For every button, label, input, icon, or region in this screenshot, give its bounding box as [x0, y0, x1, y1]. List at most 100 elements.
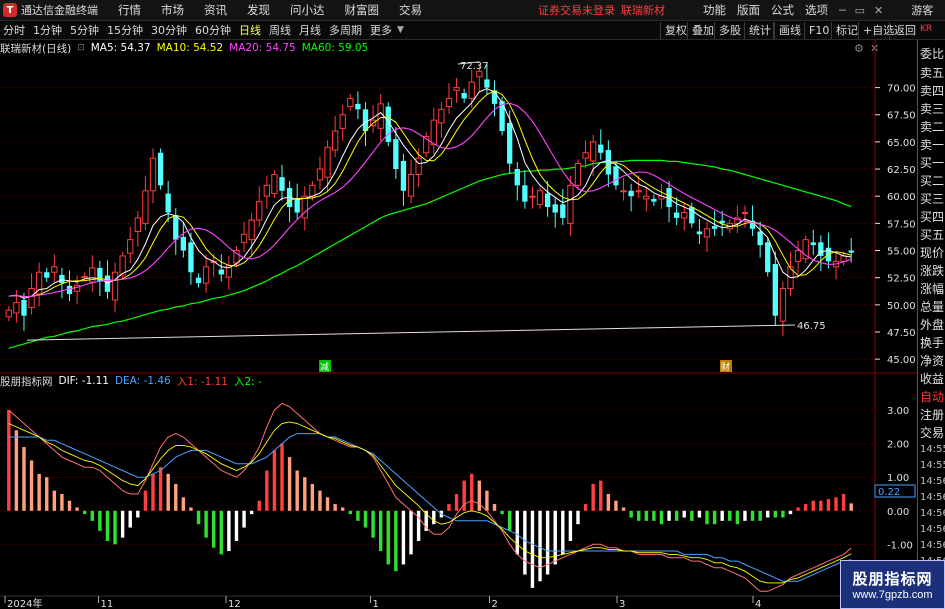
candle-body-up — [240, 233, 248, 243]
price-tick-label: 60.00 — [887, 192, 916, 203]
side-time-6: 14:56 — [920, 524, 945, 535]
event-mark-reduce[interactable]: 减 — [320, 361, 329, 373]
candle-body-down — [560, 204, 566, 218]
price-tick-label: 62.50 — [887, 165, 916, 176]
multi-stock-button[interactable]: 多股 — [714, 22, 745, 39]
candle-body-up — [536, 190, 544, 205]
candle-body-up — [529, 195, 536, 198]
candle-body-down — [44, 272, 50, 278]
menu-item-formula[interactable]: 公式 — [771, 2, 794, 18]
menu-item-markets[interactable]: 市场 — [161, 2, 184, 18]
watermark-title: 股朋指标网 — [852, 570, 933, 588]
side-time-5: 14:56 — [920, 508, 945, 519]
back-button[interactable]: 返回 — [889, 22, 920, 39]
side-label-auto[interactable]: 自动 — [920, 388, 944, 405]
candle-body-up — [840, 255, 847, 262]
guest-user[interactable]: 游客 — [911, 2, 933, 18]
side-label-volume: 总量 — [920, 300, 945, 314]
close-icon[interactable]: ✕ — [874, 4, 883, 17]
candle-body-up — [476, 70, 483, 78]
macd-tick-label: -1.00 — [887, 540, 913, 551]
period-1min[interactable]: 1分钟 — [33, 22, 62, 38]
minimize-icon[interactable]: ─ — [839, 4, 846, 17]
menu-item-layout[interactable]: 版面 — [737, 2, 760, 18]
candle-body-down — [628, 190, 634, 197]
menu-item-wealth[interactable]: 财富圈 — [345, 2, 380, 18]
login-status[interactable]: 证券交易未登录 — [538, 2, 615, 18]
candle-body-up — [582, 152, 589, 159]
macd-histogram — [7, 410, 853, 588]
menu-item-ask[interactable]: 问小达 — [290, 2, 325, 18]
candle-body-down — [848, 250, 854, 253]
period-monthly[interactable]: 月线 — [299, 22, 321, 38]
candle-body-up — [111, 271, 119, 301]
candlestick-series — [5, 64, 854, 337]
price-tick-label: 52.50 — [887, 274, 916, 285]
candle-body-up — [347, 97, 354, 108]
side-label-register[interactable]: 注册 — [920, 406, 944, 423]
restore-icon[interactable]: ▭ — [855, 4, 865, 17]
date-axis: 2024年 11 12 1 2 3 4 — [4, 596, 761, 609]
period-daily[interactable]: 日线 — [239, 22, 261, 38]
candle-body-down — [613, 166, 619, 186]
candle-body-up — [127, 239, 134, 254]
macd-tick-label: 2.00 — [887, 440, 909, 451]
ma60-line — [8, 159, 852, 349]
candle-body-down — [165, 193, 171, 213]
candle-body-up — [309, 184, 316, 197]
side-label-earnings: 收益 — [920, 372, 945, 386]
candle-body-down — [180, 236, 187, 251]
period-intraday[interactable]: 分时 — [3, 22, 25, 38]
period-30min[interactable]: 30分钟 — [151, 22, 187, 38]
macd-tick-label: 1.00 — [887, 473, 909, 484]
menu-item-trade[interactable]: 交易 — [399, 2, 422, 18]
side-label-trade[interactable]: 交易 — [920, 424, 944, 441]
candle-body-down — [507, 122, 513, 164]
dea-path — [8, 433, 852, 582]
date-tick-label: 12 — [228, 599, 241, 609]
side-time-7: 14:56 — [920, 540, 945, 551]
window-controls: ─ ▭ ✕ — [839, 4, 883, 17]
period-60min[interactable]: 60分钟 — [195, 22, 231, 38]
period-5min[interactable]: 5分钟 — [70, 22, 99, 38]
price-tick-label: 50.00 — [887, 301, 916, 312]
chart-canvas[interactable]: 70.00 67.50 65.00 62.50 60.00 57.50 55.00 52.50… — [0, 40, 917, 609]
menu-item-discover[interactable]: 发现 — [247, 2, 270, 18]
menu-item-market[interactable]: 行情 — [118, 2, 141, 18]
menu-item-function[interactable]: 功能 — [703, 2, 726, 18]
candle-body-up — [5, 309, 12, 318]
statistics-button[interactable]: 统计 — [744, 22, 775, 39]
menu-item-news[interactable]: 资讯 — [204, 2, 227, 18]
more-dropdown-icon[interactable]: ▼ — [397, 25, 404, 35]
macd-tick-label: 0.00 — [887, 507, 909, 518]
candle-body-down — [21, 299, 27, 316]
candle-body-up — [28, 288, 35, 309]
candle-body-down — [552, 204, 558, 213]
candle-body-up — [567, 184, 574, 224]
candle-body-down — [484, 79, 490, 88]
period-15min[interactable]: 15分钟 — [107, 22, 143, 38]
candle-body-down — [605, 150, 612, 175]
f10-button[interactable]: F10 — [804, 22, 833, 39]
candle-body-down — [362, 109, 369, 132]
candle-body-up — [331, 130, 339, 151]
candle-body-up — [248, 219, 255, 241]
side-label-change-pct: 涨幅 — [920, 282, 945, 296]
period-multi[interactable]: 多周期 — [329, 22, 362, 38]
event-mark-finance[interactable]: 财 — [721, 361, 730, 373]
side-label-buy1: 买一 — [920, 156, 945, 170]
price-tick-label: 55.00 — [887, 247, 916, 258]
candle-body-up — [453, 87, 460, 91]
candle-body-up — [142, 190, 149, 224]
candle-body-up — [794, 250, 802, 262]
candle-body-up — [590, 141, 597, 162]
side-label-sell5: 卖五 — [920, 66, 945, 80]
period-weekly[interactable]: 周线 — [269, 22, 291, 38]
period-toolbar: 分时 1分钟 5分钟 15分钟 30分钟 60分钟 日线 周线 月线 多周期 更… — [0, 21, 945, 40]
candle-body-up — [681, 212, 688, 219]
candle-body-down — [711, 226, 718, 229]
period-more[interactable]: 更多 — [370, 22, 392, 38]
draw-line-button[interactable]: 画线 — [774, 22, 805, 39]
date-tick-label: 2024年 — [7, 597, 42, 609]
menu-item-options[interactable]: 选项 — [805, 2, 828, 18]
